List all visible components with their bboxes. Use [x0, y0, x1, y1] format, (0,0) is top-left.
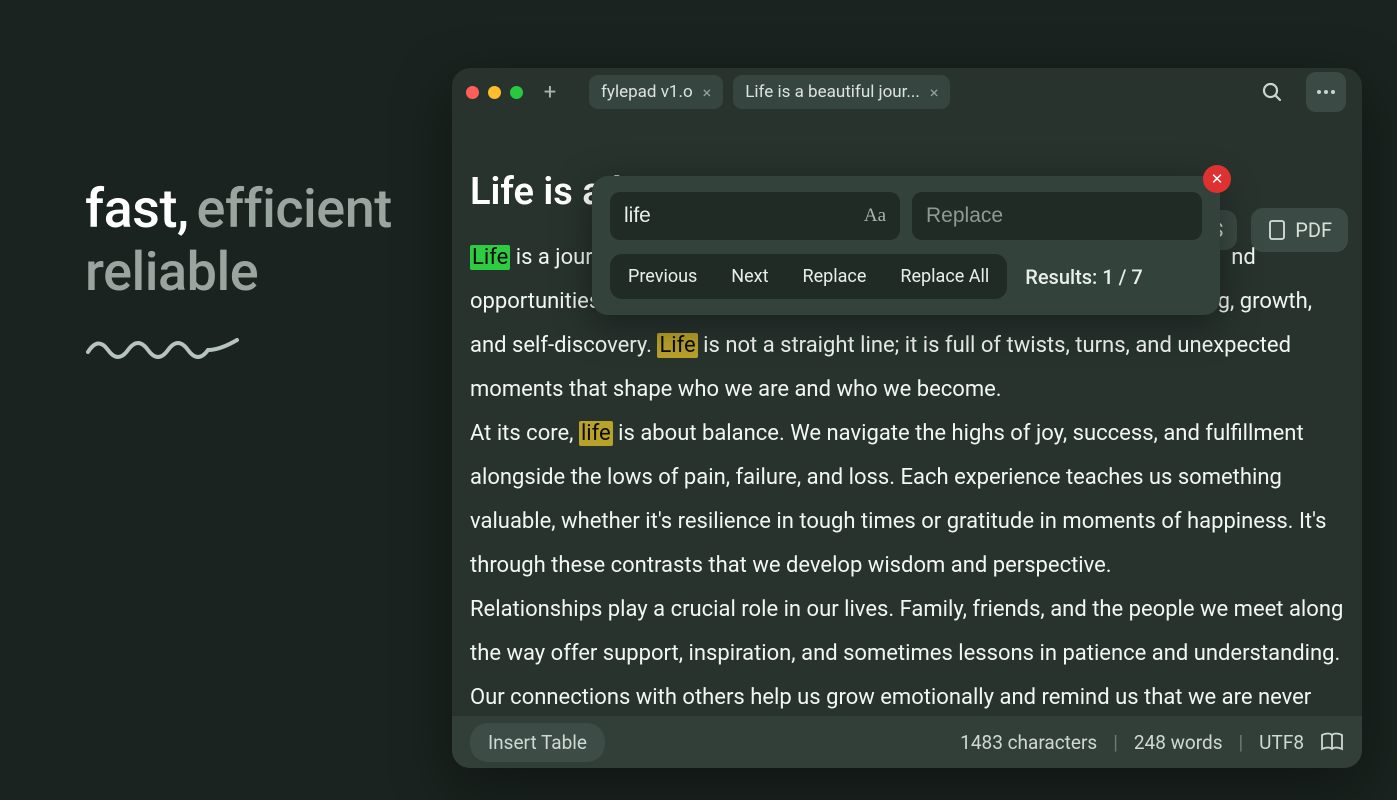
- replace-input[interactable]: [926, 204, 1188, 228]
- find-input[interactable]: [624, 204, 854, 228]
- window-maximize-button[interactable]: [510, 86, 523, 99]
- new-tab-button[interactable]: +: [537, 79, 563, 105]
- status-bar: Insert Table 1483 characters | 248 words…: [452, 716, 1362, 768]
- tab-label: Life is a beautiful jour...: [745, 82, 920, 102]
- search-match: life: [579, 421, 613, 446]
- word-count: 248 words: [1134, 731, 1223, 754]
- titlebar: + fylepad v1.o × Life is a beautiful jou…: [452, 68, 1362, 116]
- find-close-button[interactable]: ✕: [1203, 165, 1231, 193]
- find-replace-panel: ✕ Aa Previous Next Replace Replace All R…: [592, 176, 1220, 315]
- app-window: + fylepad v1.o × Life is a beautiful jou…: [452, 68, 1362, 768]
- hero-word-fast: fast: [85, 178, 177, 241]
- replace-button[interactable]: Replace: [797, 262, 873, 291]
- case-icon: Aa: [864, 205, 886, 226]
- window-minimize-button[interactable]: [488, 86, 501, 99]
- tab-close-icon[interactable]: ×: [703, 83, 712, 102]
- hero-tagline: fast,efficient reliable: [85, 180, 425, 364]
- replace-input-wrap: [912, 192, 1202, 240]
- search-match: Life: [657, 333, 697, 358]
- search-icon: [1260, 80, 1284, 104]
- reader-mode-button[interactable]: [1320, 732, 1344, 752]
- tab-strip: fylepad v1.o × Life is a beautiful jour.…: [589, 75, 1244, 109]
- tab-close-icon[interactable]: ×: [930, 83, 939, 102]
- hero-word-efficient: efficient: [197, 178, 392, 241]
- traffic-lights: [466, 86, 523, 99]
- more-button[interactable]: [1306, 72, 1346, 112]
- separator: |: [1239, 731, 1244, 754]
- find-previous-button[interactable]: Previous: [622, 262, 703, 291]
- close-icon: ✕: [1211, 170, 1224, 188]
- tab-fylepad[interactable]: fylepad v1.o ×: [589, 75, 723, 109]
- ellipsis-icon: [1314, 80, 1338, 104]
- insert-table-label: Insert Table: [488, 731, 587, 754]
- replace-all-button[interactable]: Replace All: [894, 262, 995, 291]
- case-sensitive-toggle[interactable]: Aa: [854, 205, 886, 227]
- squiggle-icon: [85, 332, 425, 364]
- tab-document[interactable]: Life is a beautiful jour... ×: [733, 75, 950, 109]
- tab-label: fylepad v1.o: [601, 82, 693, 102]
- search-match-active: Life: [470, 245, 510, 270]
- hero-word-reliable: reliable: [85, 241, 425, 304]
- book-icon: [1320, 732, 1344, 752]
- encoding-indicator: UTF8: [1259, 731, 1304, 754]
- search-button[interactable]: [1252, 72, 1292, 112]
- find-next-button[interactable]: Next: [725, 262, 774, 291]
- find-results-count: Results: 1 / 7: [1025, 265, 1143, 289]
- find-button-group: Previous Next Replace Replace All: [610, 254, 1007, 299]
- window-close-button[interactable]: [466, 86, 479, 99]
- hero-comma: ,: [177, 178, 189, 241]
- char-count: 1483 characters: [960, 731, 1097, 754]
- separator: |: [1113, 731, 1118, 754]
- plus-icon: +: [544, 80, 556, 105]
- find-input-wrap: Aa: [610, 192, 900, 240]
- insert-table-button[interactable]: Insert Table: [470, 723, 605, 762]
